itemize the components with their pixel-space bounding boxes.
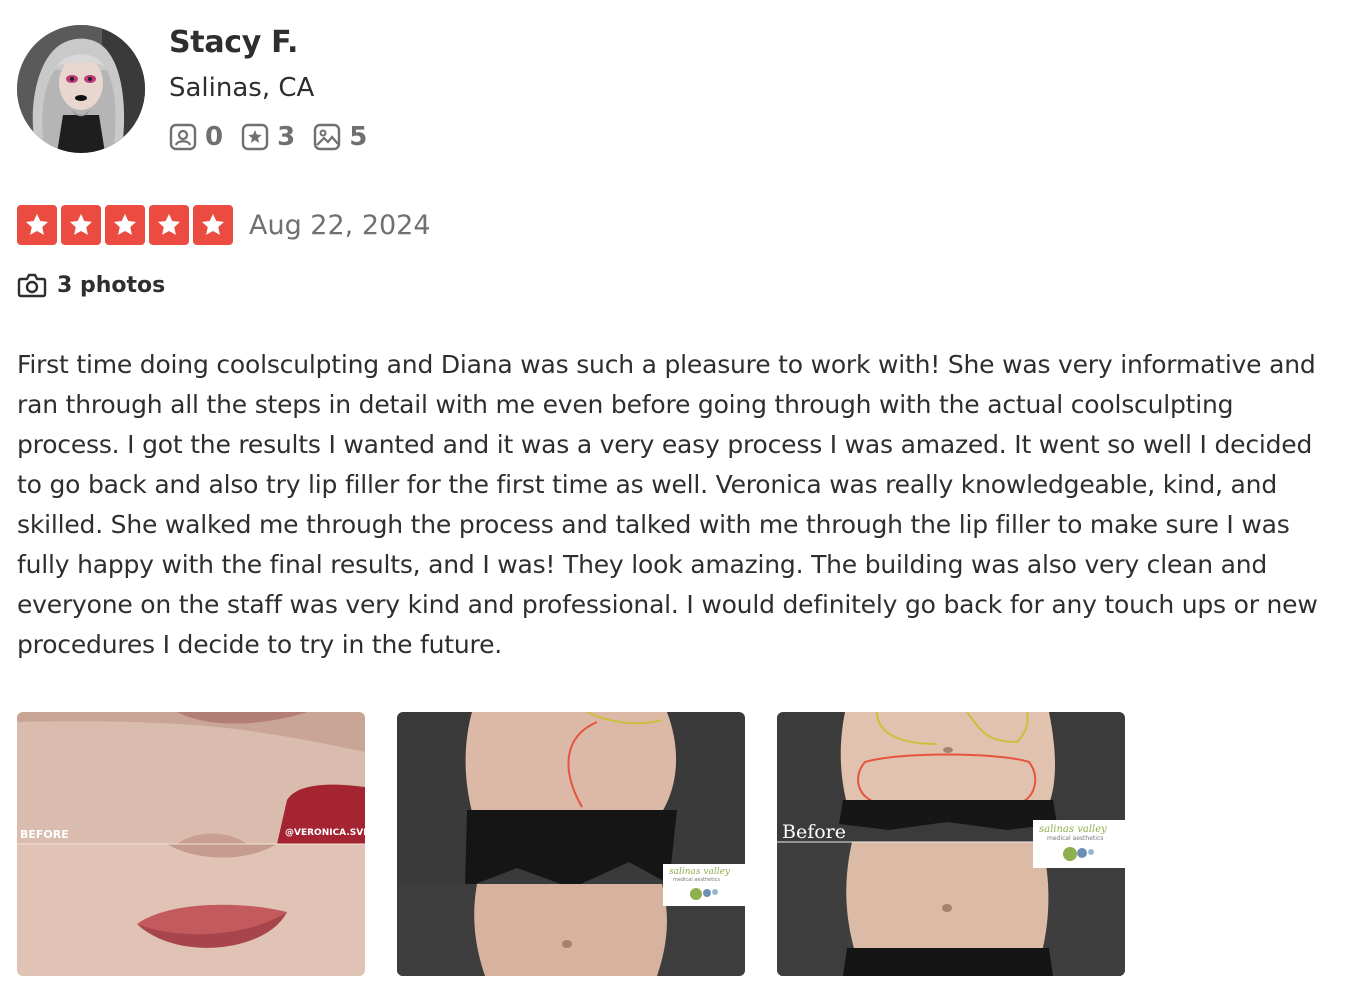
photo-caption-before: Before [782,821,847,843]
reviews-stat: 3 [241,121,295,153]
review-star-icon [241,123,269,151]
friends-stat: 0 [169,121,223,153]
review-rating-row: Aug 22, 2024 [17,205,431,245]
photos-count: 5 [349,122,368,152]
watermark-brand: salinas valley [669,867,731,877]
watermark-subtitle: medical aesthetics [1047,835,1104,842]
rating-star-icon [17,205,57,245]
friends-count: 0 [205,122,224,152]
camera-icon [17,273,47,298]
lip-filler-before-after-image [17,712,365,976]
photo-icon [313,123,341,151]
rating-star-icon [149,205,189,245]
user-name[interactable]: Stacy F. [169,25,298,60]
coolsculpting-front-before-after-image [777,712,1125,976]
user-location: Salinas, CA [169,73,315,103]
photo-caption-before: BEFORE [20,828,69,841]
reviews-count: 3 [277,122,296,152]
rating-star-icon [61,205,101,245]
watermark-brand: salinas valley [1039,824,1107,835]
watermark-subtitle: medical aesthetics [673,877,720,883]
review-date: Aug 22, 2024 [249,209,431,241]
user-avatar[interactable] [17,25,145,153]
review-photo-lips[interactable]: BEFORE @VERONICA.SVMA [17,712,365,976]
friends-icon [169,123,197,151]
photos-link-label: 3 photos [57,272,166,298]
photos-stat: 5 [313,121,367,153]
coolsculpting-side-before-after-image [397,712,745,976]
rating-star-icon [105,205,145,245]
photos-link[interactable]: 3 photos [17,270,165,300]
review-photo-abdomen-front[interactable]: Before salinas valley medical aesthetics [777,712,1125,976]
user-stats: 0 3 5 [169,121,385,153]
review-text: First time doing coolsculpting and Diana… [17,350,1318,659]
rating-star-icon [193,205,233,245]
photo-caption-handle: @VERONICA.SVMA [285,828,365,838]
review-photo-abdomen-side[interactable]: salinas valley medical aesthetics [397,712,745,976]
avatar-image [17,25,145,153]
